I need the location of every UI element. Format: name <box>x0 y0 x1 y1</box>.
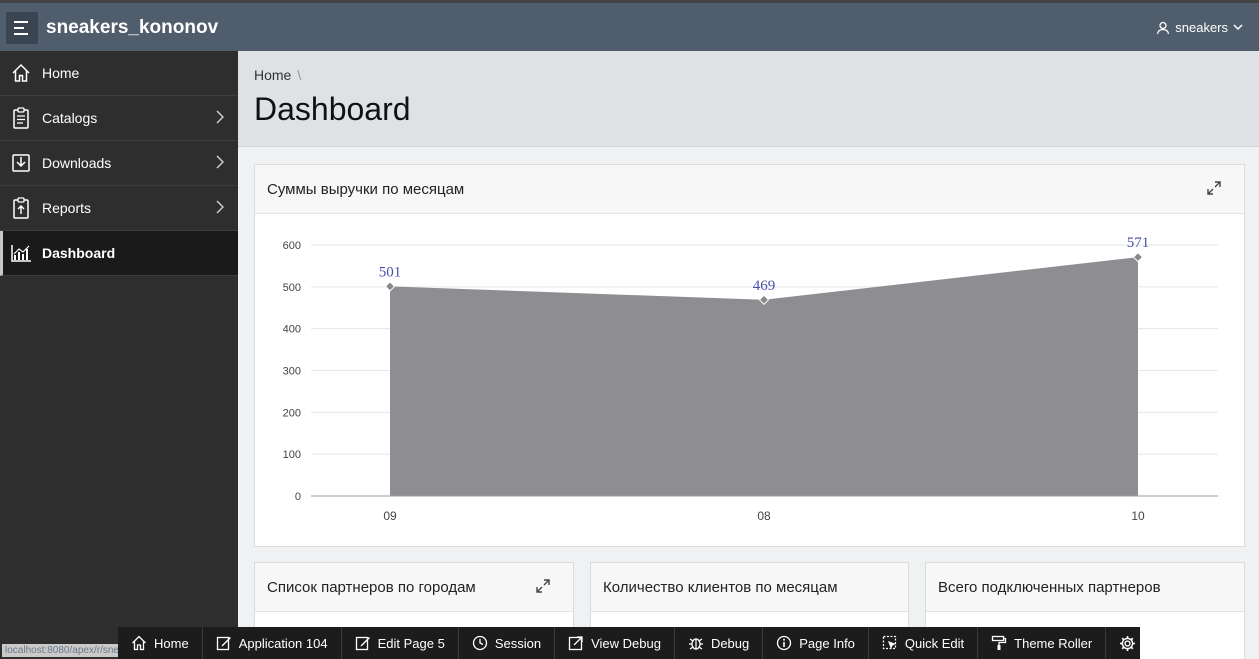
x-tick-label: 08 <box>757 509 771 523</box>
developer-toolbar: Home Application 104 Edit Page 5 Session… <box>118 627 1140 659</box>
data-label: 571 <box>1127 235 1150 251</box>
dev-toolbar-application-button[interactable]: Application 104 <box>203 627 342 659</box>
dev-toolbar-label: Page Info <box>799 635 855 651</box>
revenue-area-chart: 0 100 200 300 400 500 600 501 09 469 08 571 10 <box>283 235 1218 523</box>
dev-toolbar-session-button[interactable]: Session <box>459 627 556 659</box>
gear-icon <box>1120 635 1136 651</box>
y-tick-label: 500 <box>283 282 301 294</box>
dev-toolbar-settings-button[interactable] <box>1106 627 1149 659</box>
sidebar-item-reports[interactable]: Reports <box>0 186 238 231</box>
chevron-right-icon <box>216 155 224 169</box>
y-tick-label: 300 <box>283 366 301 378</box>
cursor-select-icon <box>882 635 897 650</box>
dev-toolbar-label: Home <box>154 635 189 651</box>
region-title: Суммы выручки по месяцам <box>267 180 465 198</box>
dev-toolbar-label: Session <box>494 635 542 651</box>
expand-icon[interactable] <box>535 578 551 594</box>
region-header: Список партнеров по городам <box>255 563 573 612</box>
page-title: Dashboard <box>254 91 411 127</box>
dev-toolbar-home-button[interactable]: Home <box>118 627 203 659</box>
dev-toolbar-label: Edit Page 5 <box>377 635 445 651</box>
x-tick-label: 10 <box>1131 509 1145 523</box>
hamburger-line <box>14 21 28 23</box>
dev-toolbar-label: Application 104 <box>238 635 328 651</box>
hamburger-line <box>14 27 24 29</box>
edit-page-icon <box>355 636 370 651</box>
breadcrumb-separator: \ <box>297 67 302 83</box>
dev-toolbar-label: Quick Edit <box>904 635 965 651</box>
download-icon <box>10 152 32 174</box>
sidebar-item-label: Catalogs <box>42 110 98 126</box>
sidebar-item-label: Dashboard <box>42 245 116 261</box>
breadcrumb-home-link[interactable]: Home <box>254 67 291 83</box>
user-icon <box>1157 21 1170 34</box>
home-icon <box>10 62 32 84</box>
clock-icon <box>472 635 487 651</box>
region-header: Всего подключенных партнеров <box>926 563 1244 612</box>
dev-toolbar-label: Theme Roller <box>1014 635 1093 651</box>
dev-toolbar-quick-edit-button[interactable]: Quick Edit <box>869 627 979 659</box>
data-label: 469 <box>753 278 776 294</box>
external-link-icon <box>568 636 583 651</box>
title-bar: Home \ Dashboard <box>238 51 1259 147</box>
chevron-right-icon <box>216 200 224 214</box>
breadcrumb: Home \ <box>254 67 301 83</box>
x-tick-label: 09 <box>383 509 397 523</box>
user-name: sneakers <box>1175 20 1228 35</box>
region-title: Количество клиентов по месяцам <box>603 578 838 596</box>
user-menu[interactable]: sneakers <box>1156 20 1243 35</box>
dev-toolbar-theme-roller-button[interactable]: Theme Roller <box>978 627 1107 659</box>
dev-toolbar-label: View Debug <box>591 635 661 651</box>
revenue-chart-region: Суммы выручки по месяцам 0 100 200 300 400 50… <box>254 164 1245 547</box>
chart-icon <box>10 242 32 264</box>
y-tick-label: 100 <box>283 449 301 461</box>
expand-icon[interactable] <box>1206 180 1222 196</box>
region-header: Количество клиентов по месяцам <box>591 563 908 612</box>
chevron-down-icon <box>1233 24 1243 31</box>
clipboard-icon <box>10 107 32 129</box>
dev-toolbar-debug-button[interactable]: Debug <box>675 627 764 659</box>
dev-toolbar-edit-page-button[interactable]: Edit Page 5 <box>342 627 459 659</box>
menu-toggle-button[interactable] <box>6 12 38 44</box>
dev-toolbar-page-info-button[interactable]: Page Info <box>763 627 869 659</box>
main-content: Home \ Dashboard Суммы выручки по месяцам… <box>238 51 1259 659</box>
sidebar-nav: Home Catalogs Downloads Reports Dashboar… <box>0 51 238 659</box>
sidebar-item-downloads[interactable]: Downloads <box>0 141 238 186</box>
sidebar-item-label: Downloads <box>42 155 112 171</box>
sidebar-item-label: Reports <box>42 200 92 216</box>
region-title: Список партнеров по городам <box>267 578 476 596</box>
info-icon <box>777 635 792 651</box>
sidebar-item-dashboard[interactable]: Dashboard <box>0 231 238 276</box>
app-root: sneakers_kononov sneakers Home Catalogs <box>0 0 1259 659</box>
app-title[interactable]: sneakers_kononov <box>46 17 218 39</box>
sidebar-item-catalogs[interactable]: Catalogs <box>0 96 238 141</box>
sidebar-item-label: Home <box>42 65 80 81</box>
y-tick-label: 400 <box>283 324 301 336</box>
y-tick-label: 200 <box>283 407 301 419</box>
dev-toolbar-label: Debug <box>710 635 750 651</box>
edit-icon <box>216 636 231 651</box>
home-icon <box>132 635 146 651</box>
paint-roller-icon <box>992 635 1007 650</box>
y-tick-label: 0 <box>295 491 301 503</box>
y-tick-label: 600 <box>283 240 301 252</box>
chevron-right-icon <box>216 110 224 124</box>
clipboard-upload-icon <box>10 197 32 219</box>
region-header: Суммы выручки по месяцам <box>255 165 1244 214</box>
bug-icon <box>688 638 703 650</box>
dev-toolbar-view-debug-button[interactable]: View Debug <box>555 627 675 659</box>
region-title: Всего подключенных партнеров <box>938 578 1161 596</box>
hamburger-line <box>14 33 28 35</box>
data-label: 501 <box>379 264 402 280</box>
sidebar-item-home[interactable]: Home <box>0 51 238 96</box>
top-header: sneakers_kononov sneakers <box>0 0 1259 51</box>
